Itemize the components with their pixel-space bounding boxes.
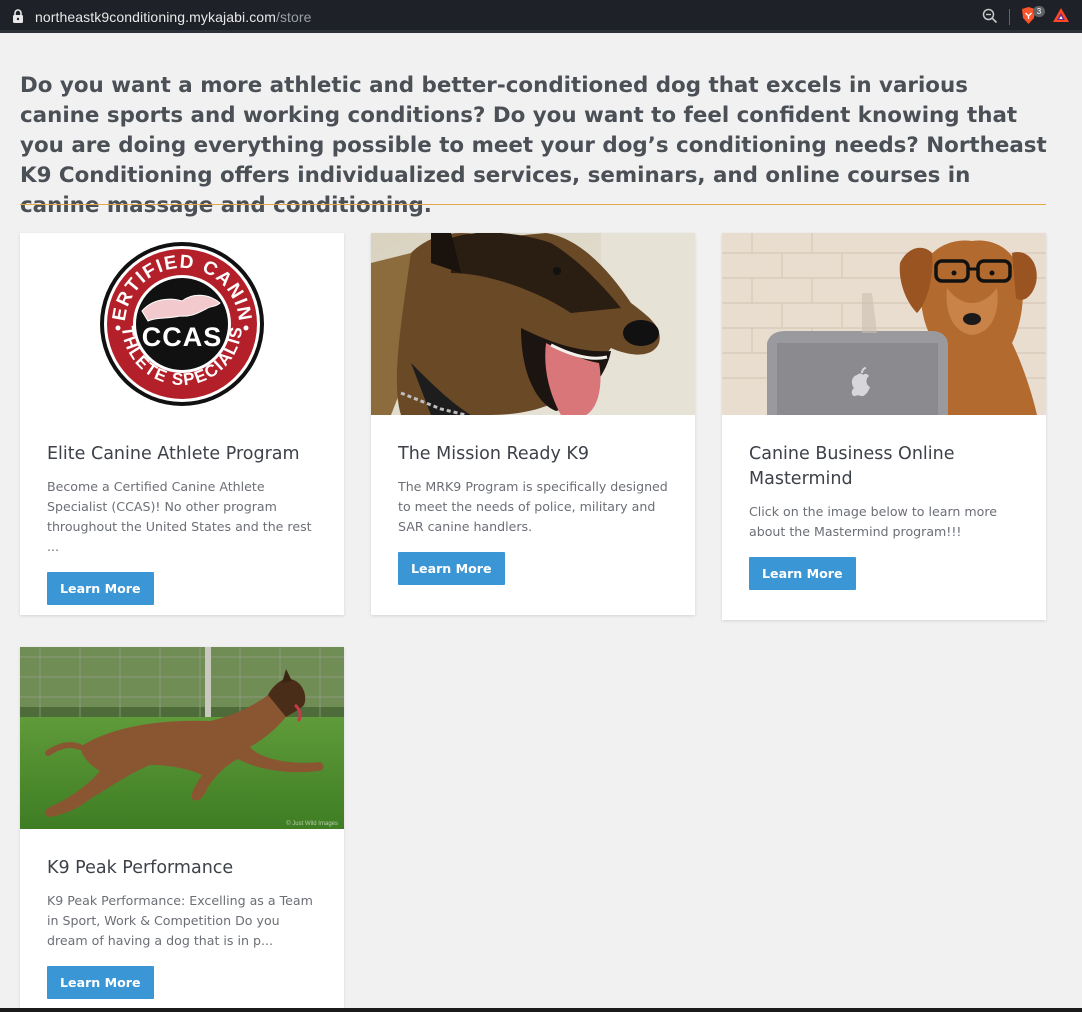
intro-text: Do you want a more athletic and better-c… [20, 73, 1047, 218]
dog-with-laptop-photo[interactable] [722, 233, 1046, 415]
logo-center-text: CCAS [142, 322, 223, 352]
lock-icon [13, 9, 23, 23]
product-card[interactable]: CERTIFIED CANINE ATHLETE SPECIALIST CCAS… [20, 233, 344, 615]
toolbar-separator [1009, 9, 1010, 25]
product-title[interactable]: The Mission Ready K9 [398, 442, 668, 467]
product-card[interactable]: The Mission Ready K9 The MRK9 Program is… [371, 233, 695, 615]
product-card[interactable]: Canine Business Online Mastermind Click … [722, 233, 1046, 620]
product-description: The MRK9 Program is specifically designe… [398, 479, 668, 534]
browser-address-bar: northeastk9conditioning.mykajabi.com/sto… [0, 0, 1082, 33]
learn-more-button[interactable]: Learn More [47, 966, 154, 999]
malinois-photo[interactable] [371, 233, 695, 415]
url-path: /store [275, 9, 312, 25]
learn-more-button[interactable]: Learn More [398, 552, 505, 585]
learn-more-button[interactable]: Learn More [749, 557, 856, 590]
product-title[interactable]: K9 Peak Performance [47, 856, 317, 881]
product-description: Become a Certified Canine Athlete Specia… [47, 479, 312, 554]
product-description: Click on the image below to learn more a… [749, 504, 998, 539]
section-divider [20, 204, 1046, 205]
zoom-out-icon[interactable] [982, 8, 998, 24]
running-dog-photo[interactable]: © Just Wild Images [20, 647, 344, 829]
brave-rewards-icon[interactable] [1052, 7, 1070, 23]
product-title[interactable]: Canine Business Online Mastermind [749, 442, 1019, 492]
url-field[interactable]: northeastk9conditioning.mykajabi.com/sto… [35, 9, 312, 25]
product-title[interactable]: Elite Canine Athlete Program [47, 442, 317, 467]
url-domain: northeastk9conditioning.mykajabi.com [35, 9, 276, 25]
learn-more-button[interactable]: Learn More [47, 572, 154, 605]
svg-text:© Just Wild Images: © Just Wild Images [286, 820, 338, 827]
product-description: K9 Peak Performance: Excelling as a Team… [47, 893, 313, 948]
ccas-logo-image[interactable]: CERTIFIED CANINE ATHLETE SPECIALIST CCAS [20, 233, 344, 415]
product-card[interactable]: © Just Wild Images K9 Peak Performance K… [20, 647, 344, 1012]
taskbar-edge [0, 1008, 1082, 1012]
shield-count-badge: 3 [1033, 6, 1045, 17]
